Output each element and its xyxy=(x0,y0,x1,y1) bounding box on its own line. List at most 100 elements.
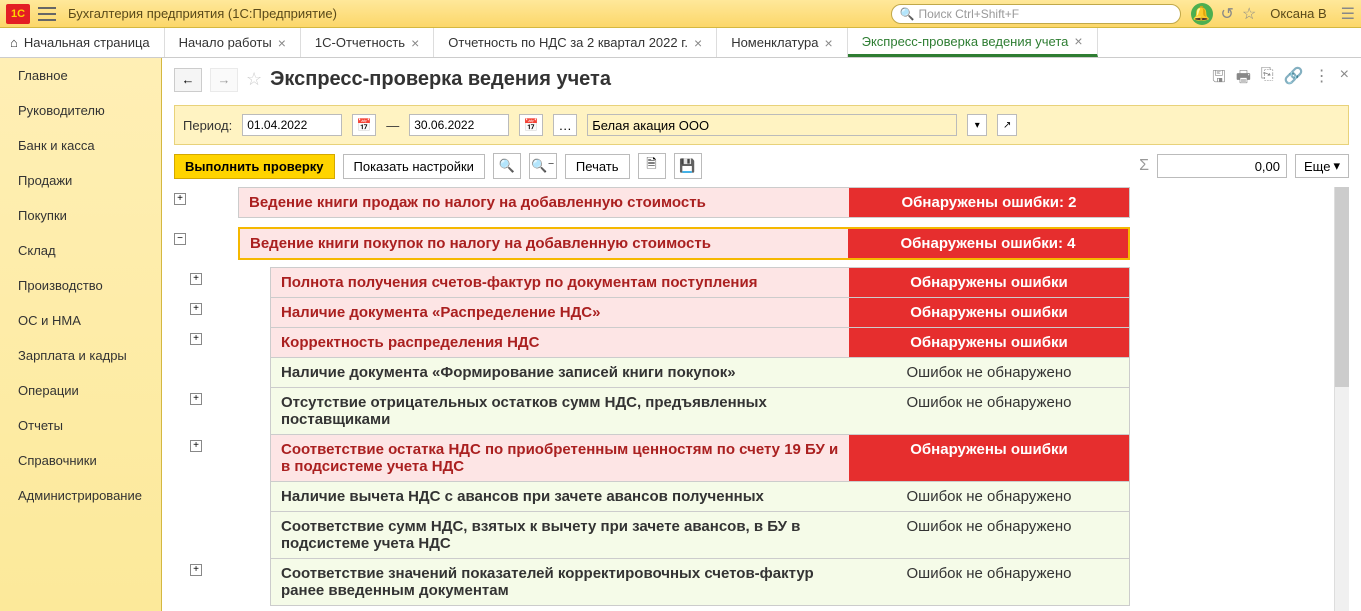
expand-icon[interactable]: + xyxy=(190,273,202,285)
check-title[interactable]: Соответствие остатка НДС по приобретенны… xyxy=(271,435,849,481)
sidebar-item-purchases[interactable]: Покупки xyxy=(0,198,161,233)
period-from-input[interactable] xyxy=(242,114,342,136)
sidebar-item-warehouse[interactable]: Склад xyxy=(0,233,161,268)
export-icon[interactable]: ⎘ xyxy=(1261,66,1274,93)
tab-label: Экспресс-проверка ведения учета xyxy=(862,34,1069,49)
toolbar: Выполнить проверку Показать настройки 🔍 … xyxy=(174,153,1349,179)
kebab-icon[interactable]: ⋮ xyxy=(1314,66,1330,93)
sidebar-item-bank[interactable]: Банк и касса xyxy=(0,128,161,163)
group-title[interactable]: Ведение книги продаж по налогу на добавл… xyxy=(239,188,849,217)
period-to-input[interactable] xyxy=(409,114,509,136)
company-select[interactable]: Белая акация ООО xyxy=(587,114,957,136)
close-icon[interactable]: × xyxy=(411,35,419,51)
expand-icon[interactable]: + xyxy=(190,333,202,345)
check-title[interactable]: Наличие вычета НДС с авансов при зачете … xyxy=(271,482,849,511)
period-dash: — xyxy=(386,118,399,133)
expand-icon[interactable]: + xyxy=(190,303,202,315)
check-status: Ошибок не обнаружено xyxy=(849,358,1129,387)
chevron-down-icon: ▾ xyxy=(1333,158,1340,174)
close-icon[interactable]: × xyxy=(694,35,702,51)
sidebar-item-main[interactable]: Главное xyxy=(0,58,161,93)
global-search-input[interactable]: 🔍 Поиск Ctrl+Shift+F xyxy=(891,4,1181,24)
link-icon[interactable]: 🔗 xyxy=(1284,66,1304,93)
check-status: Обнаружены ошибки xyxy=(849,298,1129,327)
more-button[interactable]: Еще ▾ xyxy=(1295,154,1349,178)
amount-display: 0,00 xyxy=(1157,154,1287,178)
menu-icon[interactable] xyxy=(38,7,56,21)
tab-start[interactable]: Начало работы × xyxy=(165,28,301,57)
print-icon[interactable]: 🖶 xyxy=(1236,66,1251,93)
check-title[interactable]: Наличие документа «Распределение НДС» xyxy=(271,298,849,327)
period-ellipsis-button[interactable]: … xyxy=(553,114,577,136)
close-icon[interactable]: × xyxy=(278,35,286,51)
run-check-button[interactable]: Выполнить проверку xyxy=(174,154,335,179)
star-icon[interactable]: ☆ xyxy=(246,69,262,90)
sidebar-item-manager[interactable]: Руководителю xyxy=(0,93,161,128)
sidebar-item-catalogs[interactable]: Справочники xyxy=(0,443,161,478)
group-status: Обнаружены ошибки: 2 xyxy=(849,188,1129,217)
check-title[interactable]: Отсутствие отрицательных остатков сумм Н… xyxy=(271,388,849,434)
check-row: + Отсутствие отрицательных остатков сумм … xyxy=(168,387,1349,434)
check-status: Ошибок не обнаружено xyxy=(849,482,1129,511)
nav-back-button[interactable]: ← xyxy=(174,68,202,92)
check-title[interactable]: Полнота получения счетов-фактур по докум… xyxy=(271,268,849,297)
save-icon[interactable]: 🖫 xyxy=(1212,66,1226,93)
tab-home[interactable]: ⌂ Начальная страница xyxy=(0,28,165,57)
zoom-in-button[interactable]: 🔍 xyxy=(493,153,521,179)
check-title[interactable]: Наличие документа «Формирование записей … xyxy=(271,358,849,387)
zoom-out-button[interactable]: 🔍⁻ xyxy=(529,153,557,179)
group-title[interactable]: Ведение книги покупок по налогу на добав… xyxy=(240,229,848,258)
print-button[interactable]: Печать xyxy=(565,154,630,179)
tab-reporting[interactable]: 1С-Отчетность × xyxy=(301,28,434,57)
history-icon[interactable]: ↺ xyxy=(1221,4,1234,24)
favorite-icon[interactable]: ☆ xyxy=(1242,4,1256,24)
tab-label: Начало работы xyxy=(179,35,272,50)
notifications-icon[interactable]: 🔔 xyxy=(1191,3,1213,25)
preview-button[interactable]: 🗎 xyxy=(638,153,666,179)
check-status: Обнаружены ошибки xyxy=(849,435,1129,481)
sidebar-item-admin[interactable]: Администрирование xyxy=(0,478,161,513)
group-row-sales: + Ведение книги продаж по налогу на доба… xyxy=(168,187,1349,217)
expand-icon[interactable]: + xyxy=(190,440,202,452)
show-settings-button[interactable]: Показать настройки xyxy=(343,154,485,179)
sidebar-item-operations[interactable]: Операции xyxy=(0,373,161,408)
company-open-button[interactable]: ↗ xyxy=(997,114,1017,136)
close-icon[interactable]: × xyxy=(824,35,832,51)
sidebar-item-sales[interactable]: Продажи xyxy=(0,163,161,198)
calendar-to-button[interactable]: 📅 xyxy=(519,114,543,136)
check-row: + Наличие документа «Распределение НДС»Об… xyxy=(168,297,1349,327)
sidebar-item-assets[interactable]: ОС и НМА xyxy=(0,303,161,338)
tab-nomenclature[interactable]: Номенклатура × xyxy=(717,28,847,57)
expand-icon[interactable]: + xyxy=(190,564,202,576)
sidebar-item-reports[interactable]: Отчеты xyxy=(0,408,161,443)
close-icon[interactable]: × xyxy=(1074,33,1082,49)
save-button[interactable]: 💾 xyxy=(674,153,702,179)
app-header: 1C Бухгалтерия предприятия (1С:Предприят… xyxy=(0,0,1361,28)
expand-icon[interactable]: + xyxy=(174,193,186,205)
expand-icon[interactable]: + xyxy=(190,393,202,405)
content-header: ← → ☆ Экспресс-проверка ведения учета 🖫 … xyxy=(162,58,1361,101)
sidebar-item-payroll[interactable]: Зарплата и кадры xyxy=(0,338,161,373)
tab-vat-report[interactable]: Отчетность по НДС за 2 квартал 2022 г. × xyxy=(434,28,717,57)
vertical-scrollbar[interactable] xyxy=(1334,187,1349,611)
page-title: Экспресс-проверка ведения учета xyxy=(270,68,1204,91)
check-title[interactable]: Корректность распределения НДС xyxy=(271,328,849,357)
check-status: Обнаружены ошибки xyxy=(849,328,1129,357)
check-status: Ошибок не обнаружено xyxy=(849,388,1129,434)
more-label: Еще xyxy=(1304,159,1330,174)
company-dropdown-button[interactable]: ▾ xyxy=(967,114,987,136)
check-row: Наличие документа «Формирование записей … xyxy=(168,357,1349,387)
sidebar-item-production[interactable]: Производство xyxy=(0,268,161,303)
collapse-icon[interactable]: − xyxy=(174,233,186,245)
tab-label: Номенклатура xyxy=(731,35,818,50)
check-title[interactable]: Соответствие значений показателей коррек… xyxy=(271,559,849,605)
tab-express-check[interactable]: Экспресс-проверка ведения учета × xyxy=(848,28,1098,57)
close-icon[interactable]: × xyxy=(1340,66,1349,93)
tab-home-label: Начальная страница xyxy=(24,35,150,50)
period-label: Период: xyxy=(183,118,232,133)
user-menu-icon[interactable]: ☰ xyxy=(1341,4,1355,24)
calendar-from-button[interactable]: 📅 xyxy=(352,114,376,136)
nav-forward-button[interactable]: → xyxy=(210,68,238,92)
user-name[interactable]: Оксана В xyxy=(1270,6,1326,21)
check-title[interactable]: Соответствие сумм НДС, взятых к вычету п… xyxy=(271,512,849,558)
